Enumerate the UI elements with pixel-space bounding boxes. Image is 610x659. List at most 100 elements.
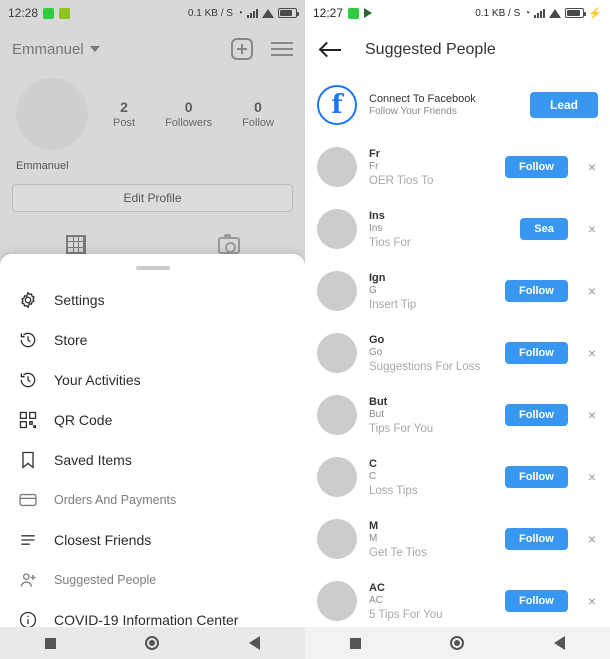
person-meta: Loss Tips [369,484,418,497]
account-switcher[interactable]: Emmanuel [12,41,100,58]
close-icon[interactable]: × [580,345,598,361]
stat-label: Post [113,117,136,129]
list-item[interactable]: M M Get Te Tios Follow × [305,508,610,570]
avatar[interactable] [317,395,357,435]
dual-screenshot: 12:28 0.1 KB / S ◔ Emmanuel 2 Post 0 Fol… [0,0,610,659]
status-bar: 12:27 0.1 KB / S ◔ ⚡ [305,0,610,26]
person-handle: Go [369,346,383,358]
close-icon[interactable]: × [580,531,598,547]
list-icon [18,530,38,550]
back-triangle-icon[interactable] [554,636,566,650]
close-icon[interactable]: × [580,221,598,237]
stat-value: 2 [120,99,128,115]
list-item[interactable]: But But Tips For You Follow × [305,384,610,446]
menu-item-store[interactable]: Store [0,320,305,360]
menu-item-suggested-people[interactable]: Suggested People [0,560,305,600]
close-icon[interactable]: × [580,469,598,485]
menu-item-label: Saved Items [54,452,132,468]
avatar[interactable] [16,78,88,150]
data-rate-label: 0.1 KB / S [187,7,233,19]
battery-icon [565,8,587,18]
battery-icon [278,8,299,18]
list-item[interactable]: Fr Fr OER Tios To Follow × [305,136,610,198]
close-icon[interactable]: × [580,407,598,423]
row-title: Connect To Facebook [369,93,476,105]
list-item[interactable]: AC AC 5 Tips For You Follow × [305,570,610,632]
stat-posts[interactable]: 2 Post [113,99,135,129]
facebook-connect-button[interactable]: Lead [529,92,598,118]
menu-item-label: COVID-19 Information Center [54,612,239,628]
page-title: Suggested People [365,41,496,58]
suggested-people-list: f Connect To Facebook Follow Your Friend… [305,74,610,632]
clock-icon: ◔ [236,7,243,19]
list-item[interactable]: Go Go Suggestions For Loss Follow × [305,322,610,384]
list-item[interactable]: Ign G Insert Tip Follow × [305,260,610,322]
person-meta: 5 Tips For You [369,608,443,621]
menu-item-orders-and-payments[interactable]: Orders And Payments [0,480,305,520]
stat-following[interactable]: 0 Follow [242,99,274,129]
follow-button[interactable]: Follow [504,156,568,178]
square-icon[interactable] [44,637,56,649]
close-icon[interactable]: × [580,593,598,609]
menu-item-label: Store [54,332,88,348]
green-square-icon [348,7,360,19]
menu-item-settings[interactable]: Settings [0,280,305,320]
profile-summary: 2 Post 0 Followers 0 Follow [0,70,305,150]
avatar[interactable] [317,457,357,497]
plus-box-icon[interactable] [231,38,253,60]
photo-icon [59,7,71,19]
menu-item-your-activities[interactable]: Your Activities [0,360,305,400]
menu-item-qr-code[interactable]: QR Code [0,400,305,440]
connect-to-facebook-row[interactable]: f Connect To Facebook Follow Your Friend… [305,74,610,136]
clock-history-icon [18,330,38,350]
person-handle: M [369,532,378,544]
circle-icon[interactable] [450,636,465,650]
avatar[interactable] [317,271,357,311]
android-nav-bar [0,627,305,659]
follow-button[interactable]: Follow [504,590,568,612]
back-triangle-icon[interactable] [249,636,261,650]
menu-item-label: QR Code [54,412,113,428]
clock-icon: ◔ [524,7,531,19]
follow-button[interactable]: Sea [520,218,568,240]
person-handle: But [369,408,385,420]
close-icon[interactable]: × [580,283,598,299]
hamburger-icon[interactable] [271,42,293,56]
menu-item-label: Closest Friends [54,532,152,548]
person-meta: Tips For You [369,422,434,435]
sheet-grabber[interactable] [135,266,170,270]
follow-button[interactable]: Follow [504,466,568,488]
back-arrow-icon[interactable] [321,41,343,59]
person-handle: Ins [369,222,383,234]
tab-grid[interactable] [0,235,153,255]
wifi-icon [262,8,274,18]
follow-button[interactable]: Follow [504,280,568,302]
list-item[interactable]: Ins Ins Tios For Sea × [305,198,610,260]
avatar[interactable] [317,333,357,373]
qr-code-icon [18,410,38,430]
avatar[interactable] [317,581,357,621]
follow-button[interactable]: Follow [504,404,568,426]
avatar[interactable] [317,209,357,249]
close-icon[interactable]: × [580,159,598,175]
avatar[interactable] [317,147,357,187]
person-meta: Suggestions For Loss [369,360,481,373]
square-icon[interactable] [349,637,361,649]
row-subtitle: Follow Your Friends [369,106,457,117]
status-time: 12:28 [8,6,39,20]
person-meta: Insert Tip [369,298,417,311]
menu-item-saved-items[interactable]: Saved Items [0,440,305,480]
stat-followers[interactable]: 0 Followers [165,99,212,129]
circle-icon[interactable] [145,636,160,650]
follow-button[interactable]: Follow [504,342,568,364]
follow-button[interactable]: Follow [504,528,568,550]
stat-value: 0 [184,99,193,115]
edit-profile-button[interactable]: Edit Profile [12,184,293,212]
avatar[interactable] [317,519,357,559]
tab-tagged[interactable] [153,233,306,254]
menu-item-label: Settings [54,292,105,308]
green-square-icon [43,7,55,19]
menu-item-closest-friends[interactable]: Closest Friends [0,520,305,560]
person-name: Go [369,333,385,346]
list-item[interactable]: C C Loss Tips Follow × [305,446,610,508]
